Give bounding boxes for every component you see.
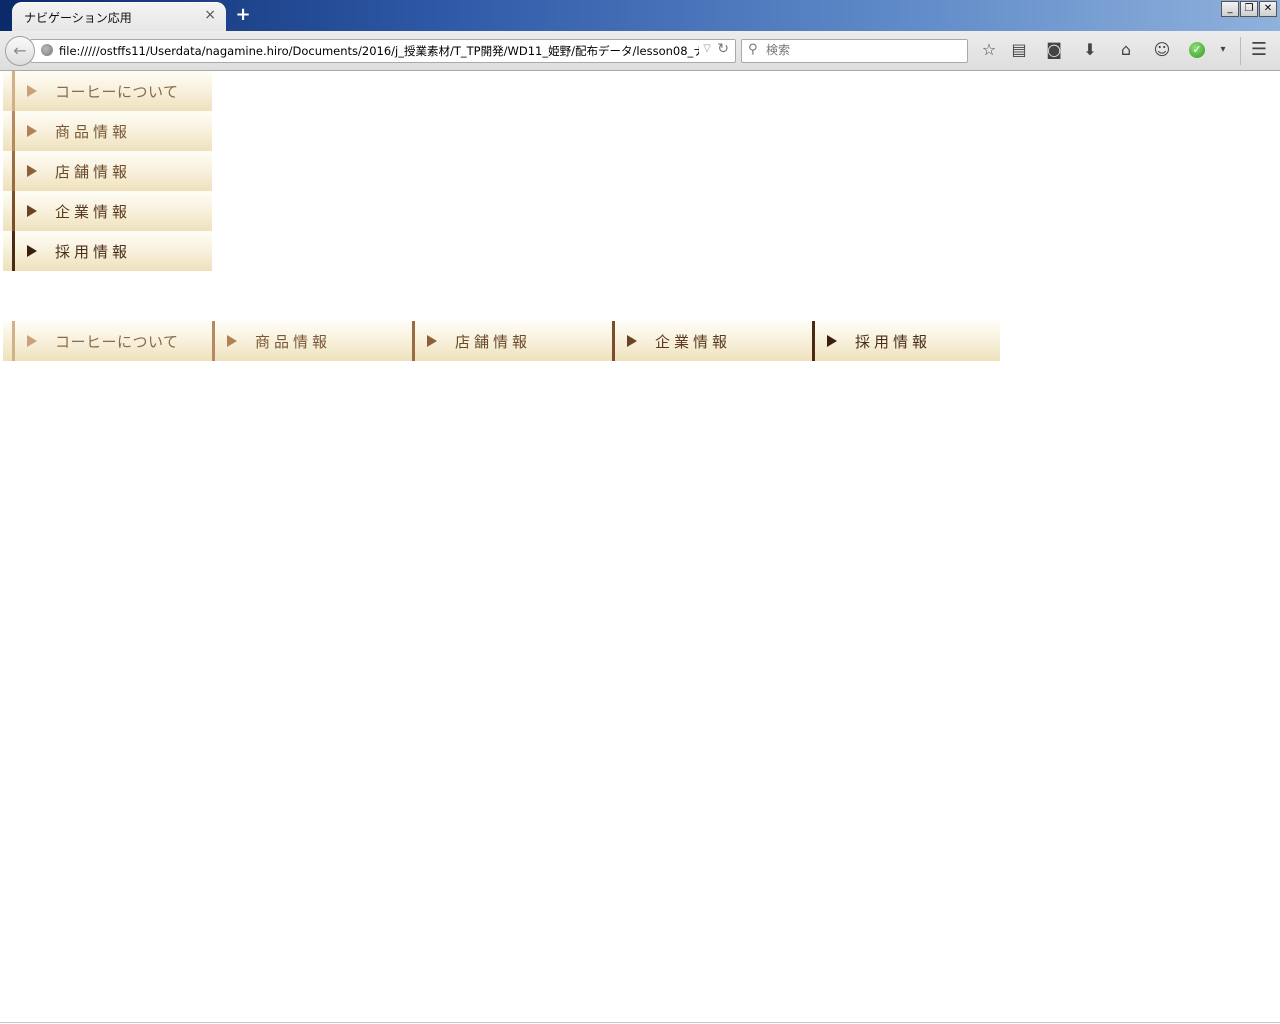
search-bar[interactable]: ⚲ xyxy=(741,39,968,63)
hnav-item-coffee[interactable]: コーヒーについて xyxy=(3,321,212,361)
toolbar-separator xyxy=(1240,37,1241,65)
play-arrow-icon xyxy=(827,335,837,347)
nav-left-pad xyxy=(3,151,12,191)
vnav-item-stores[interactable]: 店舗情報 xyxy=(3,151,212,191)
search-input[interactable] xyxy=(766,42,956,58)
play-arrow-icon xyxy=(227,335,237,347)
vnav-label-company: 企業情報 xyxy=(55,203,132,221)
play-arrow-icon xyxy=(427,335,437,347)
vnav-label-products: 商品情報 xyxy=(55,123,132,141)
reload-icon[interactable]: ↻ xyxy=(717,41,729,57)
hnav-item-products[interactable]: 商品情報 xyxy=(212,321,412,361)
vnav-label-recruit: 採用情報 xyxy=(55,243,132,261)
tab-title: ナビゲーション応用 xyxy=(24,11,132,25)
nav-left-pad xyxy=(3,321,12,361)
addon-check-icon[interactable]: ✓ xyxy=(1189,42,1205,58)
play-arrow-icon xyxy=(27,125,37,137)
back-arrow-icon: ← xyxy=(13,41,27,60)
bookmark-star-icon[interactable]: ☆ xyxy=(978,39,1000,61)
browser-tab[interactable]: ナビゲーション応用 × xyxy=(12,2,226,32)
play-arrow-icon xyxy=(27,245,37,257)
hnav-label-stores: 店舗情報 xyxy=(455,333,532,351)
vnav-item-products[interactable]: 商品情報 xyxy=(3,111,212,151)
search-icon: ⚲ xyxy=(748,42,758,57)
play-arrow-icon xyxy=(27,165,37,177)
restore-button[interactable]: ❐ xyxy=(1240,1,1258,17)
vnav-item-company[interactable]: 企業情報 xyxy=(3,191,212,231)
back-button[interactable]: ← xyxy=(5,36,35,66)
minimize-button[interactable]: _ xyxy=(1221,1,1239,17)
close-window-button[interactable]: ✕ xyxy=(1259,1,1277,17)
nav-left-pad xyxy=(3,231,12,271)
menu-icon[interactable]: ☰ xyxy=(1248,39,1270,61)
hnav-item-recruit[interactable]: 採用情報 xyxy=(812,321,1000,361)
vnav-item-coffee[interactable]: コーヒーについて xyxy=(3,71,212,111)
bookmarks-list-icon[interactable]: ▤ xyxy=(1008,39,1030,61)
play-arrow-icon xyxy=(27,205,37,217)
nav-left-pad xyxy=(3,71,12,111)
address-bar[interactable]: file://///ostffs11/Userdata/nagamine.hir… xyxy=(30,39,736,63)
hnav-label-company: 企業情報 xyxy=(655,333,732,351)
window-titlebar: ナビゲーション応用 × + _ ❐ ✕ xyxy=(0,0,1280,32)
hnav-label-products: 商品情報 xyxy=(255,333,332,351)
play-arrow-icon xyxy=(27,85,37,97)
window-controls: _ ❐ ✕ xyxy=(1221,1,1277,17)
page-viewport: コーヒーについて 商品情報 店舗情報 企業情報 採用情報 コーヒーについて 商品… xyxy=(0,71,1280,1022)
hnav-item-stores[interactable]: 店舗情報 xyxy=(412,321,612,361)
play-arrow-icon xyxy=(627,335,637,347)
pocket-icon[interactable]: ◙ xyxy=(1043,39,1065,61)
nav-left-pad xyxy=(3,111,12,151)
url-text[interactable]: file://///ostffs11/Userdata/nagamine.hir… xyxy=(59,43,699,59)
status-divider xyxy=(0,1022,1280,1023)
play-arrow-icon xyxy=(27,335,37,347)
nav-left-pad xyxy=(3,191,12,231)
browser-toolbar: ← file://///ostffs11/Userdata/nagamine.h… xyxy=(0,31,1280,71)
url-dropdown-icon[interactable]: ▽ xyxy=(703,43,711,54)
vnav-item-recruit[interactable]: 採用情報 xyxy=(3,231,212,271)
hnav-label-recruit: 採用情報 xyxy=(855,333,932,351)
globe-icon xyxy=(41,44,53,56)
new-tab-button[interactable]: + xyxy=(234,4,252,26)
vnav-label-coffee: コーヒーについて xyxy=(55,83,179,101)
hnav-item-company[interactable]: 企業情報 xyxy=(612,321,812,361)
download-icon[interactable]: ⬇ xyxy=(1079,39,1101,61)
hnav-label-coffee: コーヒーについて xyxy=(55,333,179,351)
home-icon[interactable]: ⌂ xyxy=(1115,39,1137,61)
tab-close-icon[interactable]: × xyxy=(204,7,216,23)
vnav-label-stores: 店舗情報 xyxy=(55,163,132,181)
addon-dropdown-icon[interactable]: ▾ xyxy=(1212,39,1234,61)
chat-icon[interactable]: ☺ xyxy=(1151,39,1173,61)
